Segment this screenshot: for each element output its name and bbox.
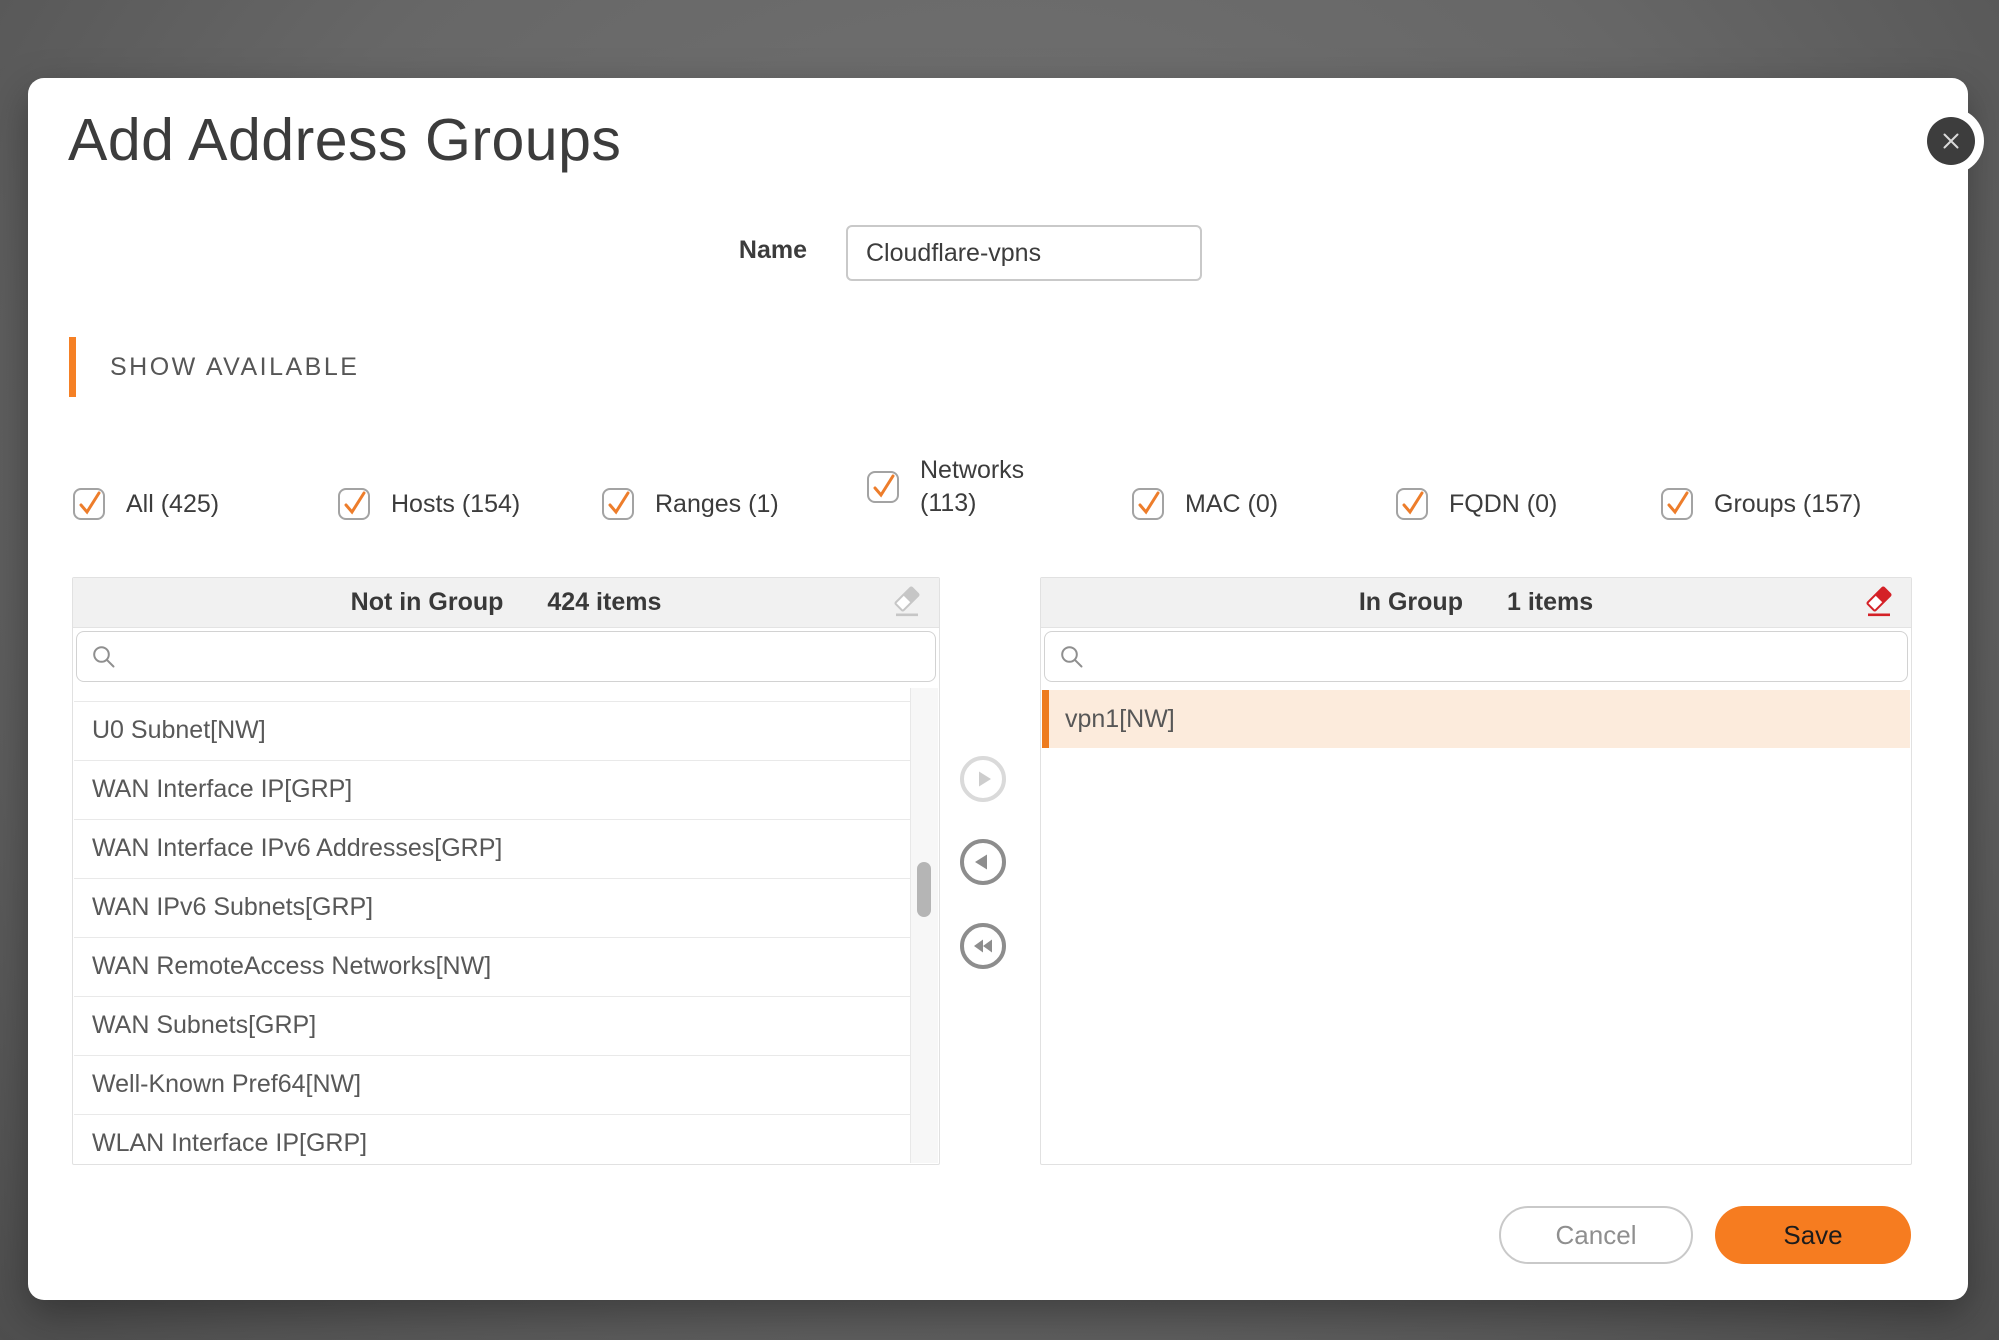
selected-panel-title: In Group bbox=[1359, 588, 1463, 617]
arrow-left-icon bbox=[969, 848, 997, 876]
eraser-icon bbox=[1861, 585, 1897, 621]
available-panel-count: 424 items bbox=[547, 588, 661, 617]
search-icon bbox=[91, 644, 117, 670]
cancel-button[interactable]: Cancel bbox=[1499, 1206, 1693, 1264]
available-item[interactable]: WAN RemoteAccess Networks[NW] bbox=[74, 937, 910, 996]
selected-panel-count: 1 items bbox=[1507, 588, 1593, 617]
filter-checkbox-fqdn[interactable]: FQDN (0) bbox=[1396, 488, 1557, 520]
clear-group-selection-button[interactable] bbox=[1859, 583, 1899, 623]
selected-search-input[interactable] bbox=[1095, 642, 1893, 672]
available-panel: Not in Group 424 items bbox=[72, 577, 940, 1165]
filter-label: Hosts (154) bbox=[391, 490, 520, 519]
available-scrollbar-track bbox=[910, 688, 938, 1163]
available-item[interactable]: Well-Known Pref64[NW] bbox=[74, 1055, 910, 1114]
filter-checkbox-networks[interactable]: Networks (113) bbox=[867, 454, 1038, 520]
checkbox-icon bbox=[1396, 488, 1428, 520]
close-button[interactable] bbox=[1927, 117, 1975, 165]
checkbox-icon bbox=[338, 488, 370, 520]
filter-checkbox-hosts[interactable]: Hosts (154) bbox=[338, 488, 520, 520]
filter-label: All (425) bbox=[126, 490, 219, 519]
available-item[interactable]: U0 Subnet[NW] bbox=[74, 701, 910, 760]
arrow-right-icon bbox=[969, 765, 997, 793]
remove-from-group-button[interactable] bbox=[960, 839, 1006, 885]
filter-checkbox-mac[interactable]: MAC (0) bbox=[1132, 488, 1278, 520]
filter-checkbox-groups[interactable]: Groups (157) bbox=[1661, 488, 1861, 520]
checkbox-icon bbox=[1661, 488, 1693, 520]
clear-available-selection-button[interactable] bbox=[887, 583, 927, 623]
filter-checkbox-ranges[interactable]: Ranges (1) bbox=[602, 488, 779, 520]
available-item[interactable]: WAN IPv6 Subnets[GRP] bbox=[74, 878, 910, 937]
checkbox-icon bbox=[867, 471, 899, 503]
available-item[interactable]: WAN Subnets[GRP] bbox=[74, 996, 910, 1055]
search-icon bbox=[1059, 644, 1085, 670]
section-label: SHOW AVAILABLE bbox=[110, 353, 359, 382]
filter-checkbox-all[interactable]: All (425) bbox=[73, 488, 219, 520]
available-search-box bbox=[76, 631, 936, 682]
available-list: U0 Subnet[NW] WAN Interface IP[GRP] WAN … bbox=[74, 688, 910, 1163]
checkbox-icon bbox=[602, 488, 634, 520]
filter-label: Groups (157) bbox=[1714, 490, 1861, 519]
filter-label: MAC (0) bbox=[1185, 490, 1278, 519]
add-address-groups-dialog: Add Address Groups Name SHOW AVAILABLE A… bbox=[28, 78, 1968, 1300]
selected-panel: In Group 1 items bbox=[1040, 577, 1912, 1165]
show-available-section: SHOW AVAILABLE bbox=[69, 337, 359, 397]
available-search-input[interactable] bbox=[127, 642, 921, 672]
selected-panel-header: In Group 1 items bbox=[1041, 578, 1911, 628]
name-label: Name bbox=[685, 236, 807, 265]
selected-item[interactable]: vpn1[NW] bbox=[1042, 690, 1910, 748]
eraser-icon bbox=[889, 585, 925, 621]
checkbox-icon bbox=[1132, 488, 1164, 520]
available-item[interactable]: WAN Interface IP[GRP] bbox=[74, 760, 910, 819]
available-item[interactable]: WLAN Interface IP[GRP] bbox=[74, 1114, 910, 1163]
remove-all-from-group-button[interactable] bbox=[960, 923, 1006, 969]
close-icon bbox=[1939, 129, 1963, 153]
move-to-group-button[interactable] bbox=[960, 756, 1006, 802]
checkbox-icon bbox=[73, 488, 105, 520]
available-item[interactable]: WAN Interface IPv6 Addresses[GRP] bbox=[74, 819, 910, 878]
filter-label: FQDN (0) bbox=[1449, 490, 1557, 519]
available-scrollbar-thumb[interactable] bbox=[917, 862, 931, 917]
available-panel-header: Not in Group 424 items bbox=[73, 578, 939, 628]
dialog-title: Add Address Groups bbox=[68, 106, 621, 174]
selected-list: vpn1[NW] bbox=[1042, 690, 1910, 748]
filter-label: Ranges (1) bbox=[655, 490, 779, 519]
selected-search-box bbox=[1044, 631, 1908, 682]
save-button[interactable]: Save bbox=[1715, 1206, 1911, 1264]
double-arrow-left-icon bbox=[969, 932, 997, 960]
available-panel-title: Not in Group bbox=[351, 588, 504, 617]
filter-label: Networks (113) bbox=[920, 454, 1038, 520]
section-accent-bar bbox=[69, 337, 76, 397]
name-input[interactable] bbox=[846, 225, 1202, 281]
